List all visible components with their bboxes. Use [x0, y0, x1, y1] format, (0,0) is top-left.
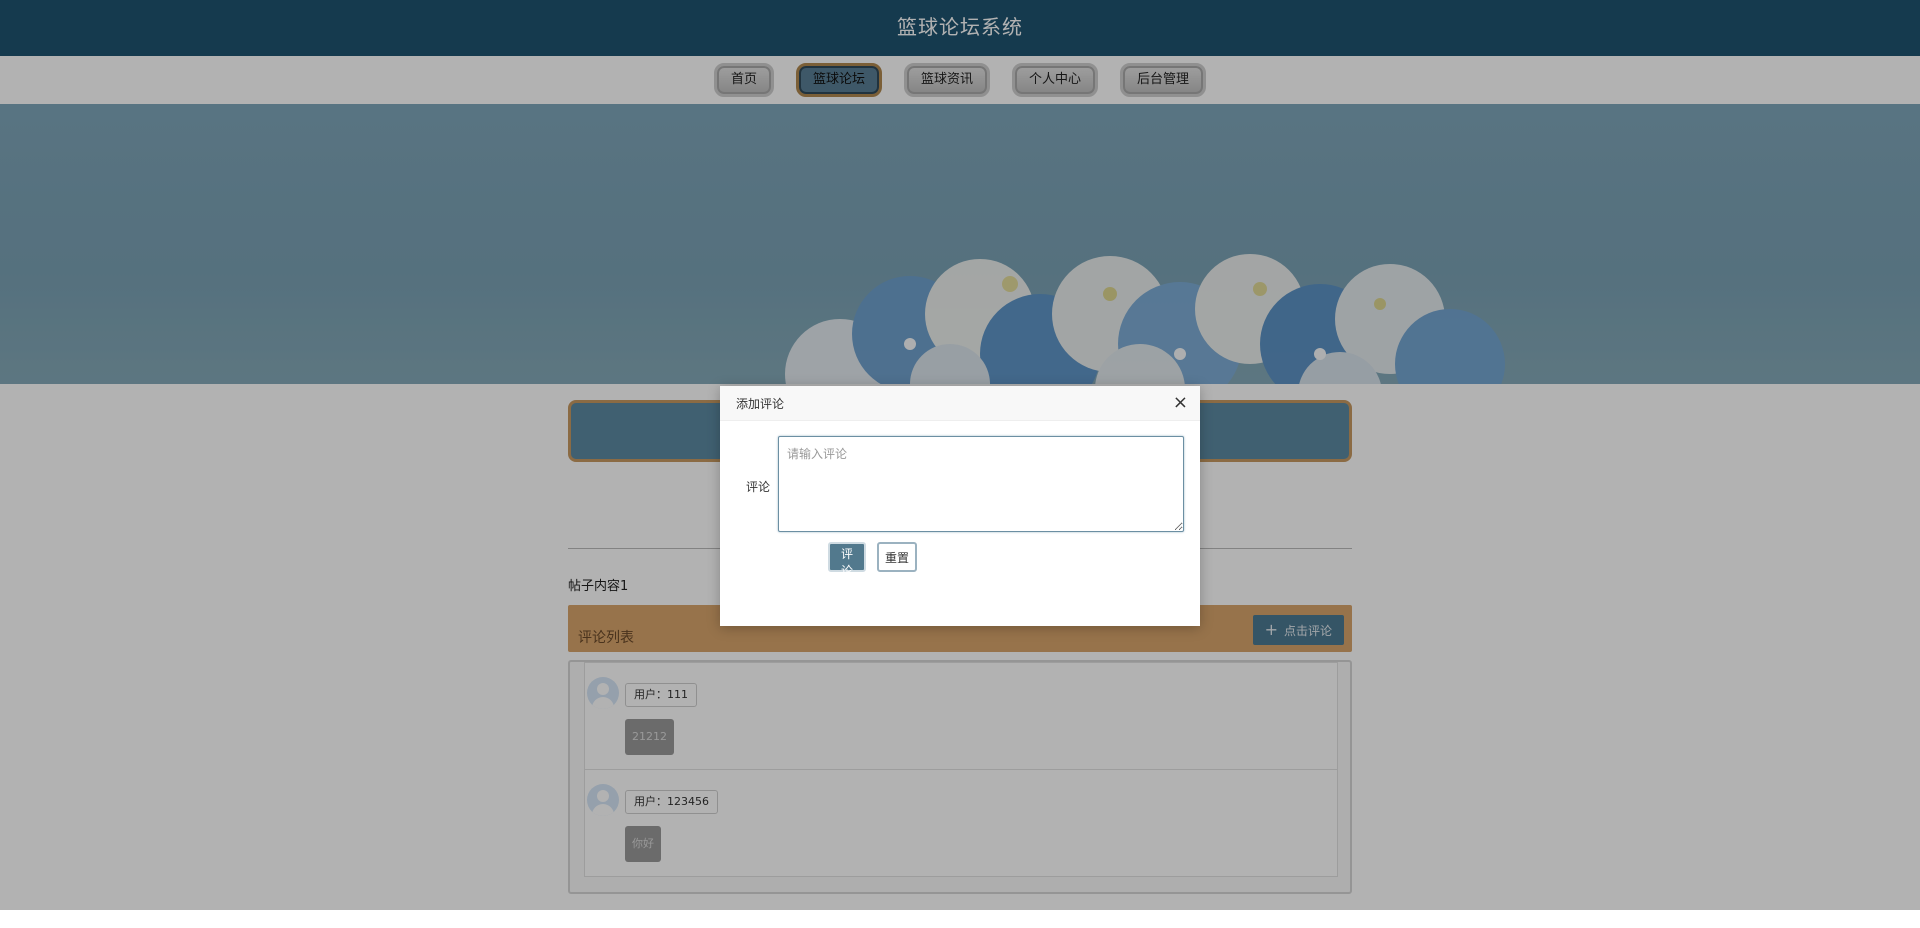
close-icon[interactable]: × — [1173, 392, 1188, 413]
comment-field-label: 评论 — [746, 480, 771, 494]
dialog-title: 添加评论 — [736, 397, 785, 411]
dialog-header: 添加评论 × — [720, 386, 1200, 421]
reset-button[interactable]: 重置 — [877, 542, 917, 572]
add-comment-dialog: 添加评论 × 评论 评论 重置 — [720, 386, 1200, 626]
comment-input[interactable] — [778, 436, 1184, 532]
submit-comment-button[interactable]: 评论 — [828, 542, 866, 578]
